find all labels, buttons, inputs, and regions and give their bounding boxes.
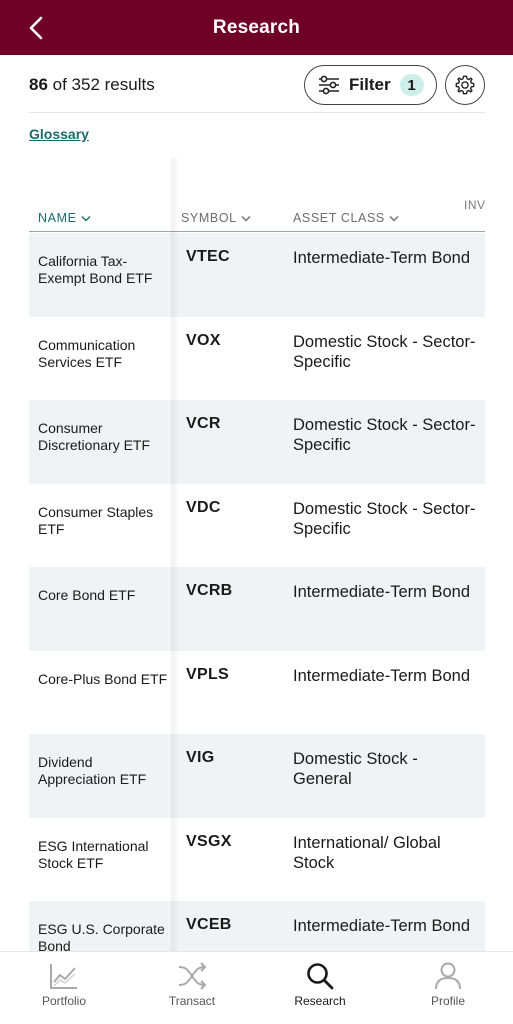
column-header-name-label: NAME [38, 211, 77, 225]
fund-asset-class: Intermediate-Term Bond [293, 917, 470, 935]
gear-icon [455, 75, 475, 95]
fund-symbol: VCEB [186, 916, 232, 933]
table-row[interactable]: Core-Plus Bond ETF VPLS Intermediate-Ter… [29, 651, 485, 735]
table-row[interactable]: California Tax-Exempt Bond ETF VTEC Inte… [29, 233, 485, 317]
table-row[interactable]: Communication Services ETF VOX Domestic … [29, 317, 485, 401]
column-header-asset-class[interactable]: ASSET CLASS [293, 211, 399, 225]
chevron-down-icon [241, 215, 251, 222]
column-header-name[interactable]: NAME [38, 211, 91, 225]
top-app-bar: Research [0, 0, 513, 55]
filter-count-badge: 1 [399, 74, 424, 96]
sliders-icon [319, 75, 339, 95]
fund-name: ESG International Stock ETF [38, 837, 149, 871]
table-row[interactable]: Consumer Discretionary ETF VCR Domestic … [29, 400, 485, 484]
fund-symbol: VDC [186, 498, 221, 516]
table-row[interactable]: Core Bond ETF VCRB Intermediate-Term Bon… [29, 567, 485, 651]
bottom-navigation: Portfolio Transact Research Profile [0, 951, 513, 1024]
person-icon [435, 962, 461, 990]
chevron-down-icon [389, 215, 399, 222]
table-row[interactable]: ESG U.S. Corporate Bond VCEB Intermediat… [29, 901, 485, 951]
nav-portfolio[interactable]: Portfolio [0, 952, 128, 1024]
portfolio-chart-icon [50, 964, 77, 989]
fund-symbol: VIG [186, 749, 215, 766]
nav-label: Transact [168, 994, 216, 1008]
table-row[interactable]: ESG International Stock ETF VSGX Interna… [29, 818, 485, 902]
table-row[interactable]: Dividend Appreciation ETF VIG Domestic S… [29, 734, 485, 818]
fund-name: Consumer Discretionary ETF [38, 420, 151, 453]
fund-asset-class: Intermediate-Term Bond [293, 666, 470, 685]
fund-asset-class: International/ Global Stock [293, 833, 441, 872]
chevron-down-icon [81, 215, 91, 222]
nav-profile[interactable]: Profile [384, 952, 512, 1024]
settings-button[interactable] [445, 65, 485, 105]
fund-name: Core Bond ETF [38, 587, 136, 603]
nav-transact[interactable]: Transact [128, 952, 256, 1024]
fund-asset-class: Intermediate-Term Bond [293, 249, 470, 267]
transact-arrows-icon [178, 962, 207, 990]
nav-research[interactable]: Research [256, 952, 384, 1024]
fund-asset-class: Domestic Stock - Sector-Specific [293, 332, 476, 371]
glossary-link[interactable]: Glossary [29, 126, 89, 142]
fund-symbol: VOX [186, 331, 221, 349]
divider [29, 112, 485, 113]
fund-name: ESG U.S. Corporate Bond [38, 921, 165, 951]
nav-label: Portfolio [41, 994, 87, 1008]
fund-asset-class: Domestic Stock - General [293, 750, 418, 788]
fund-asset-class: Domestic Stock - Sector-Specific [293, 416, 476, 454]
chevron-left-icon [29, 16, 43, 40]
column-header-asset-class-label: ASSET CLASS [293, 211, 385, 225]
fund-symbol: VPLS [186, 665, 229, 683]
filter-label: Filter [349, 75, 391, 94]
results-count-suffix: of 352 results [47, 75, 155, 94]
nav-label: Research [294, 994, 346, 1008]
table-header: NAME SYMBOL ASSET CLASS [29, 206, 485, 232]
fund-name: California Tax-Exempt Bond ETF [38, 253, 153, 286]
fund-symbol: VCRB [186, 582, 233, 599]
fund-name: Consumer Staples ETF [38, 503, 154, 537]
table-body: California Tax-Exempt Bond ETF VTEC Inte… [29, 233, 485, 951]
fund-name: Core-Plus Bond ETF [38, 670, 168, 687]
filter-button[interactable]: Filter 1 [304, 65, 437, 105]
back-button[interactable] [22, 14, 50, 42]
results-count: 86 of 352 results [29, 75, 155, 95]
table-row[interactable]: Consumer Staples ETF VDC Domestic Stock … [29, 484, 485, 568]
page-title: Research [212, 16, 301, 38]
research-table[interactable]: INV NAME SYMBOL ASSET CLASS California T… [29, 158, 485, 951]
column-header-symbol[interactable]: SYMBOL [181, 211, 251, 225]
fund-asset-class: Domestic Stock - Sector-Specific [293, 499, 476, 538]
column-header-symbol-label: SYMBOL [181, 211, 237, 225]
fund-symbol: VCR [186, 415, 221, 432]
fund-symbol: VSGX [186, 832, 232, 850]
nav-label: Profile [430, 994, 465, 1008]
fund-symbol: VTEC [186, 248, 230, 265]
results-count-number: 86 [29, 75, 48, 94]
fund-asset-class: Intermediate-Term Bond [293, 583, 470, 601]
search-icon [307, 963, 334, 990]
results-toolbar: 86 of 352 results Filter 1 [0, 56, 513, 112]
fund-name: Communication Services ETF [38, 336, 136, 370]
fund-name: Dividend Appreciation ETF [38, 754, 147, 787]
